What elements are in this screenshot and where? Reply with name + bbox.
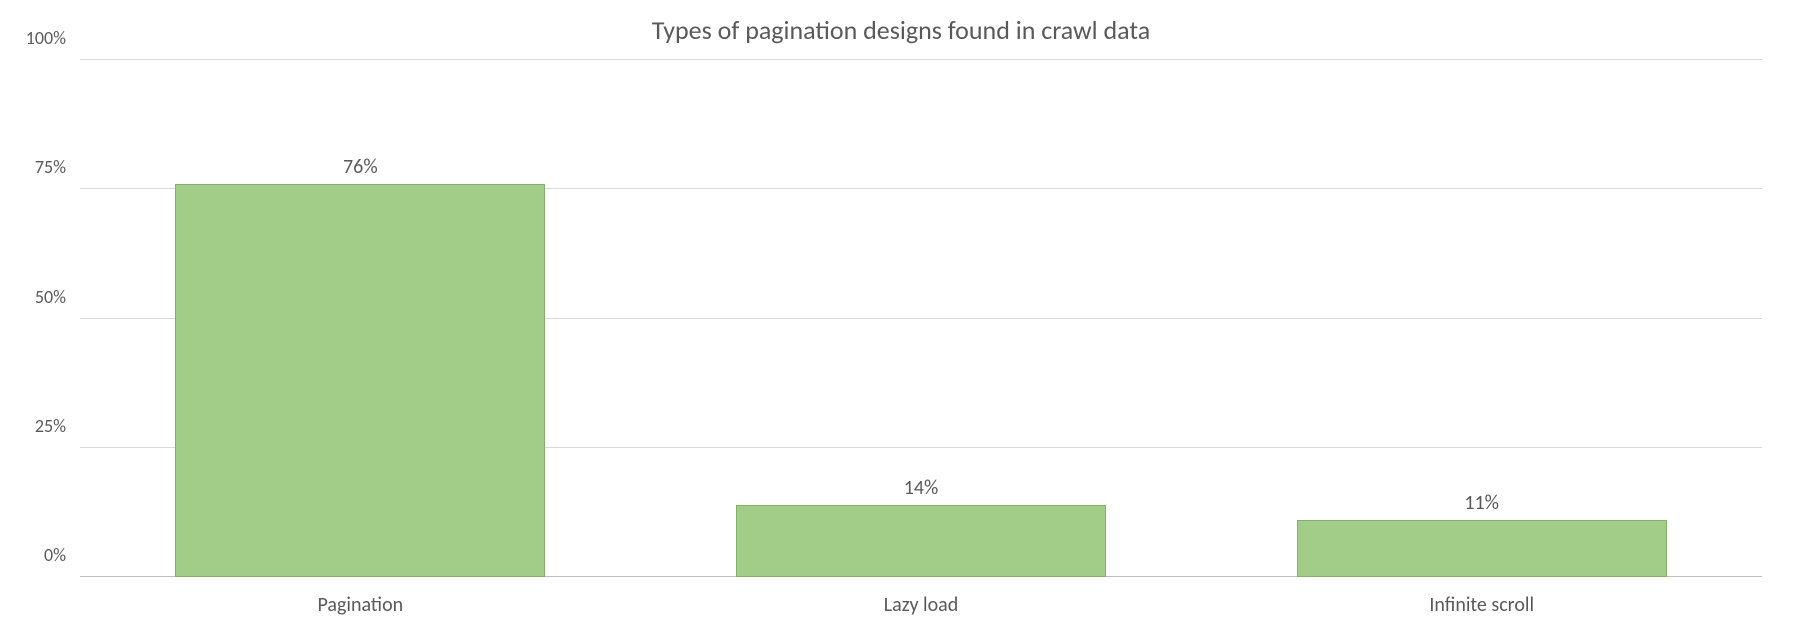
chart-plot-area: 100% 75% 50% 25% 0% 76% 14% 11%: [80, 60, 1762, 577]
percent-suffix: %: [924, 476, 938, 500]
bar-lazy-load: 14%: [736, 505, 1106, 577]
y-tick-0: 0%: [44, 544, 80, 566]
x-label-lazy-load: Lazy load: [641, 593, 1202, 617]
bars-container: 76% 14% 11%: [80, 60, 1762, 577]
y-tick-100: 100%: [26, 27, 80, 49]
y-tick-25: 25%: [35, 415, 80, 437]
bar-label-infinite-scroll: 11%: [1298, 491, 1666, 521]
x-axis-labels: Pagination Lazy load Infinite scroll: [80, 593, 1762, 617]
percent-suffix: %: [363, 155, 377, 179]
bar-slot-pagination: 76%: [80, 60, 641, 577]
x-label-infinite-scroll: Infinite scroll: [1201, 593, 1762, 617]
bar-pagination: 76%: [175, 184, 545, 577]
y-tick-50: 50%: [35, 286, 80, 308]
bar-slot-lazy-load: 14%: [641, 60, 1202, 577]
bar-infinite-scroll: 11%: [1297, 520, 1667, 577]
plot: 100% 75% 50% 25% 0% 76% 14% 11%: [80, 60, 1762, 577]
x-label-pagination: Pagination: [80, 593, 641, 617]
bar-value-0: 76: [343, 155, 363, 179]
bar-label-lazy-load: 14%: [737, 476, 1105, 506]
bar-value-1: 14: [904, 476, 924, 500]
bar-value-2: 11: [1464, 491, 1484, 515]
percent-suffix: %: [1485, 491, 1499, 515]
bar-label-pagination: 76%: [176, 155, 544, 185]
y-tick-75: 75%: [35, 156, 80, 178]
chart-title: Types of pagination designs found in cra…: [0, 0, 1802, 54]
bar-slot-infinite-scroll: 11%: [1201, 60, 1762, 577]
